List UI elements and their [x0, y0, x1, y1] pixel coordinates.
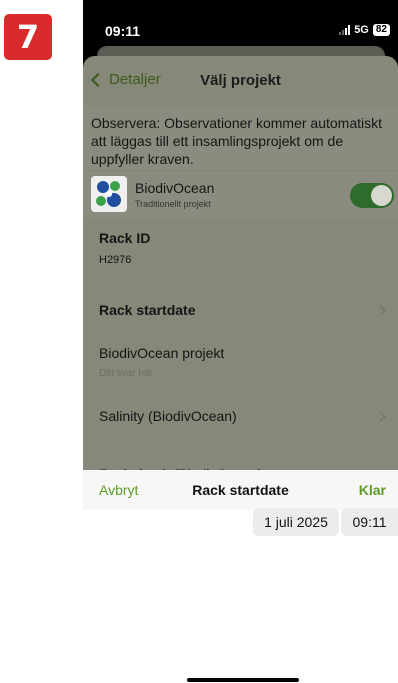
biodivocean-logo-icon — [91, 176, 127, 212]
project-toggle[interactable] — [350, 183, 394, 208]
field-label: Salinity (BiodivOcean) — [99, 408, 237, 424]
field-label: Rack ID — [99, 230, 151, 246]
status-time: 09:11 — [105, 23, 141, 39]
battery-icon: 82 — [372, 24, 390, 36]
field-salinity[interactable]: Salinity (BiodivOcean) — [83, 390, 398, 450]
field-label: Rack startdate — [99, 302, 196, 318]
date-selector[interactable]: 1 juli 2025 — [253, 508, 339, 536]
picker-title: Rack startdate — [192, 482, 289, 498]
page-title: Välj projekt — [200, 72, 281, 89]
date-picker-sheet: Avbryt Rack startdate Klar 1 juli 2025 0… — [83, 470, 398, 683]
chevron-right-icon — [375, 411, 386, 422]
field-rack-startdate[interactable]: Rack startdate — [83, 278, 398, 338]
field-biodivocean-projekt[interactable]: BiodivOcean projekt Ditt svar här — [83, 330, 398, 390]
home-indicator[interactable] — [187, 678, 299, 682]
project-row[interactable]: BiodivOcean Traditionellt projekt — [83, 172, 398, 218]
toggle-knob — [371, 185, 392, 206]
nav-bar: Detaljer Välj projekt — [83, 56, 398, 106]
picker-header: Avbryt Rack startdate Klar — [83, 470, 398, 510]
status-indicators: 5G 82 — [339, 24, 390, 36]
phone-screen: 09:11 5G 82 Detaljer Välj projekt Observ… — [83, 0, 398, 683]
field-label: BiodivOcean projekt — [99, 345, 225, 361]
project-name: BiodivOcean — [135, 180, 215, 196]
step-badge: 7 — [4, 14, 52, 60]
info-text: Observera: Observationer kommer automati… — [91, 115, 382, 167]
time-selector[interactable]: 09:11 — [341, 508, 398, 536]
project-subtitle: Traditionellt projekt — [135, 199, 211, 209]
status-bar: 09:11 5G 82 — [83, 0, 398, 48]
field-value: H2976 — [99, 254, 132, 266]
signal-icon — [339, 25, 351, 35]
chevron-right-icon — [375, 305, 386, 316]
field-rack-id[interactable]: Rack ID H2976 — [83, 218, 398, 278]
field-placeholder: Ditt svar här — [99, 368, 153, 379]
network-label: 5G — [354, 24, 369, 36]
done-button[interactable]: Klar — [359, 482, 386, 498]
